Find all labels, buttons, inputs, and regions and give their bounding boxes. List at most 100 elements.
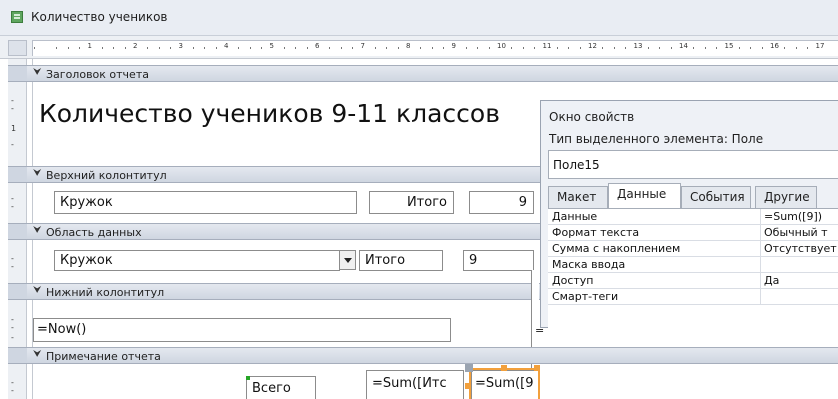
tab-events[interactable]: События <box>681 186 751 208</box>
move-handle[interactable] <box>465 364 473 372</box>
ruler-tick <box>67 47 69 49</box>
resize-handle[interactable] <box>465 383 471 389</box>
ruler-tick <box>79 47 81 49</box>
ruler-tick <box>124 47 126 49</box>
ruler-tick <box>215 47 217 49</box>
tab-layout[interactable]: Макет <box>548 186 608 208</box>
footer-sum-itogo-field[interactable]: =Sum([Итс <box>366 370 464 399</box>
ruler-tick <box>340 47 342 49</box>
header-value-label[interactable]: 9 <box>469 191 534 214</box>
selection-outline <box>469 368 540 399</box>
ruler-tick <box>488 47 490 49</box>
ruler-tick <box>738 47 740 49</box>
tab-other[interactable]: Другие <box>755 186 817 208</box>
vruler-dash: - <box>11 140 14 149</box>
vruler-dash: - <box>11 386 14 395</box>
ruler-number: 8 <box>406 42 411 50</box>
ruler-tick <box>283 47 285 49</box>
ruler-tick <box>374 47 376 49</box>
ruler-number: 6 <box>315 42 320 50</box>
ruler-number: 5 <box>269 42 274 50</box>
ruler-number: 13 <box>633 42 643 50</box>
ruler-tick <box>659 47 661 49</box>
ruler-tick <box>431 47 433 49</box>
property-row[interactable]: Формат текста Обычный т <box>548 225 838 241</box>
ruler-number: 15 <box>724 42 734 50</box>
property-row[interactable]: Доступ Да <box>548 273 838 289</box>
ruler-tick <box>625 47 627 49</box>
ruler-tick <box>807 47 809 49</box>
ruler-tick <box>238 47 240 49</box>
footer-vsego-label[interactable]: Всего <box>246 376 316 399</box>
ruler-tick <box>33 47 35 49</box>
ruler-row: 1 2 3 4 5 6 7 8 9 10 11 12 13 14 15 16 17 <box>0 36 838 59</box>
property-value[interactable]: Да <box>764 274 779 287</box>
column-separator <box>760 257 761 273</box>
chevron-down-icon[interactable] <box>339 250 356 270</box>
ruler-number: 3 <box>178 42 183 50</box>
property-label: Сумма с накоплением <box>552 242 681 255</box>
property-grid[interactable]: Данные =Sum([9]) Формат текста Обычный т Сум… <box>548 208 838 328</box>
column-separator <box>760 209 761 225</box>
ruler-tick <box>56 47 58 49</box>
property-row[interactable]: Данные =Sum([9]) <box>548 209 838 225</box>
window-titlebar: Количество учеников <box>0 0 838 36</box>
ruler-tick <box>670 47 672 49</box>
ruler-tick <box>556 47 558 49</box>
detail-kruzhok-combobox[interactable]: Кружок <box>54 250 340 271</box>
property-value[interactable]: Отсутствует <box>764 242 837 255</box>
ruler-tick <box>579 47 581 49</box>
column-separator <box>760 273 761 289</box>
section-report-footer[interactable]: ⮟ Примечание отчета <box>27 347 838 364</box>
property-value[interactable]: Обычный т <box>764 226 828 239</box>
ruler-tick <box>261 47 263 49</box>
report-title-label[interactable]: Количество учеников 9-11 классов <box>33 96 528 136</box>
property-value[interactable]: =Sum([9]) <box>764 210 822 223</box>
ruler-number: 17 <box>815 42 825 50</box>
ruler-tick <box>329 47 331 49</box>
property-row[interactable]: Маска ввода <box>548 257 838 273</box>
band-selector[interactable] <box>8 283 27 300</box>
column-separator <box>760 225 761 241</box>
ruler-tick <box>306 47 308 49</box>
horizontal-ruler[interactable]: 1 2 3 4 5 6 7 8 9 10 11 12 13 14 15 16 17 <box>32 40 838 56</box>
ruler-tick <box>704 47 706 49</box>
ruler-tick <box>397 47 399 49</box>
ruler-number: 2 <box>133 42 138 50</box>
resize-handle[interactable] <box>534 365 540 371</box>
ruler-tick <box>295 47 297 49</box>
property-row[interactable]: Сумма с накоплением Отсутствует <box>548 241 838 257</box>
ruler-number: 9 <box>451 42 456 50</box>
selection-type-label: Тип выделенного элемента: Поле <box>549 132 764 146</box>
ruler-tick <box>602 47 604 49</box>
ruler-number: 10 <box>497 42 506 50</box>
ruler-tick <box>784 47 786 49</box>
section-arrow-icon: ⮟ <box>33 285 42 296</box>
ruler-tick <box>420 47 422 49</box>
detail-value-field[interactable]: 9 <box>463 250 534 271</box>
resize-handle[interactable] <box>501 365 507 371</box>
band-selector[interactable] <box>8 347 27 364</box>
detail-itogo-label[interactable]: Итого <box>359 250 443 271</box>
property-label: Данные <box>552 210 598 223</box>
ruler-tick <box>511 47 513 49</box>
property-row[interactable]: Смарт-теги <box>548 289 838 305</box>
property-sheet[interactable]: Окно свойств Тип выделенного элемента: П… <box>540 100 838 328</box>
object-selector[interactable]: Поле15 <box>548 150 838 179</box>
property-label: Смарт-теги <box>552 290 619 303</box>
property-sheet-title: Окно свойств <box>549 110 635 124</box>
vruler-dash: - <box>11 104 14 113</box>
header-itogo-label[interactable]: Итого <box>369 191 454 214</box>
tab-data[interactable]: Данные <box>608 183 681 209</box>
band-selector[interactable] <box>8 65 27 82</box>
ruler-number: 14 <box>679 42 688 50</box>
ruler-tick <box>477 47 479 49</box>
header-kruzhok-label[interactable]: Кружок <box>54 191 357 214</box>
section-report-header[interactable]: ⮟ Заголовок отчета <box>27 65 838 82</box>
band-selector[interactable] <box>8 166 27 183</box>
report-selector[interactable] <box>8 40 27 56</box>
column-separator <box>760 241 761 257</box>
band-selector[interactable] <box>8 223 27 240</box>
ruler-tick <box>158 47 160 49</box>
footer-now-field[interactable]: =Now() <box>33 318 451 342</box>
